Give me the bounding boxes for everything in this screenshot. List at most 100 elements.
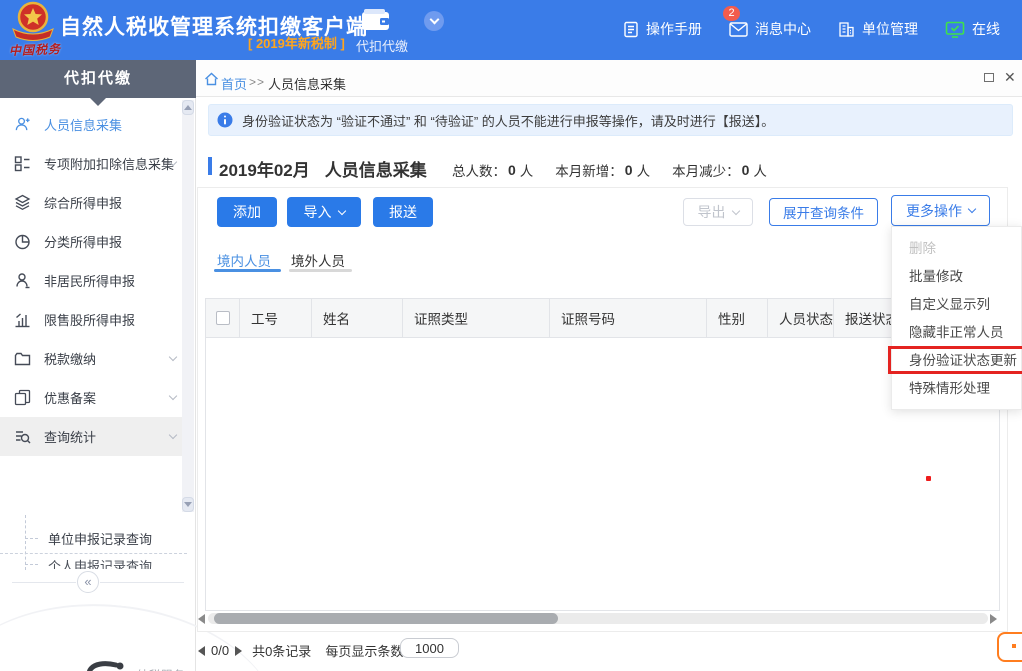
column-header-gender[interactable]: 性别: [707, 299, 768, 337]
sidebar-item-label: 查询统计: [44, 427, 96, 446]
stat-added: 本月新增：0人: [555, 160, 650, 180]
notice-text: 身份验证状态为 “验证不通过” 和 “待验证” 的人员不能进行申报等操作，请及时…: [242, 111, 774, 130]
sidebar-item-restricted-shares[interactable]: 限售股所得申报: [0, 300, 184, 339]
prev-page-icon[interactable]: [198, 646, 205, 656]
sidebar-item-comprehensive-income[interactable]: 综合所得申报: [0, 183, 184, 222]
column-header-id-type[interactable]: 证照类型: [403, 299, 550, 337]
import-button[interactable]: 导入: [287, 197, 361, 227]
sidebar-item-nonresident-income[interactable]: 非居民所得申报: [0, 261, 184, 300]
more-actions-button[interactable]: 更多操作: [891, 195, 990, 226]
stat-total: 总人数：0人: [452, 160, 533, 180]
nav-messages[interactable]: 2 消息中心: [729, 19, 811, 39]
menu-item-identity-verify-update[interactable]: 身份验证状态更新: [892, 347, 1021, 375]
scroll-up-button[interactable]: [182, 100, 194, 115]
more-actions-dropdown: 删除 批量修改 自定义显示列 隐藏非正常人员 身份验证状态更新 特殊情形处理: [891, 226, 1022, 410]
page-title: 2019年02月人员信息采集: [219, 156, 427, 181]
nav-online-status[interactable]: 在线: [945, 19, 1000, 39]
top-header-bar: 中国税务 自然人税收管理系统扣缴客户端 [ 2019年新税制 ] 代扣代缴 操作…: [0, 0, 1022, 60]
sidebar-item-label: 人员信息采集: [44, 115, 122, 134]
table-header-row: 工号 姓名 证照类型 证照号码 性别 人员状态 报送状态: [205, 298, 1000, 338]
sidebar-subitem-personal-declaration-query-clipped[interactable]: 个人申报记录查询: [48, 556, 178, 569]
chevron-down-icon: [169, 392, 177, 400]
nav-unit-label: 单位管理: [862, 19, 918, 39]
orange-dot: [1012, 644, 1016, 648]
layers-icon: [14, 194, 31, 211]
feedback-float-button-partial[interactable]: [997, 632, 1022, 662]
select-all-checkbox[interactable]: [216, 311, 230, 325]
folder-icon: [14, 350, 31, 367]
menu-item-delete[interactable]: 删除: [892, 235, 1021, 263]
expand-query-button[interactable]: 展开查询条件: [769, 198, 878, 226]
inactive-tab-indicator: [289, 269, 352, 272]
person-icon: [14, 272, 31, 289]
form-grid-icon: [14, 155, 31, 172]
nav-unit-management[interactable]: 单位管理: [838, 19, 918, 39]
wallet-icon: [360, 7, 392, 38]
dashed-separator: [0, 553, 187, 554]
sidebar-menu: 人员信息采集 专项附加扣除信息采集 综合所得申报 分类: [0, 105, 184, 456]
tab-domestic-personnel[interactable]: 境内人员: [217, 250, 271, 270]
sidebar-item-label: 税款缴纳: [44, 349, 96, 368]
bar-chart-icon: [14, 311, 31, 328]
menu-item-batch-modify[interactable]: 批量修改: [892, 263, 1021, 291]
menu-item-custom-columns[interactable]: 自定义显示列: [892, 291, 1021, 319]
module-switch-button[interactable]: [424, 11, 444, 31]
sidebar-item-classified-income[interactable]: 分类所得申报: [0, 222, 184, 261]
stats-row: 总人数：0人 本月新增：0人 本月减少：0人: [452, 160, 767, 180]
stat-removed: 本月减少：0人: [672, 160, 767, 180]
chevron-down-icon: [169, 431, 177, 439]
sidebar-item-special-deduction[interactable]: 专项附加扣除信息采集: [0, 144, 184, 183]
sidebar-item-label: 限售股所得申报: [44, 310, 135, 329]
nav-manual[interactable]: 操作手册: [623, 19, 702, 39]
sidebar-item-label: 专项附加扣除信息采集: [44, 154, 174, 173]
hscroll-left-arrow[interactable]: [198, 614, 205, 624]
hscroll-thumb[interactable]: [214, 613, 558, 624]
sidebar-item-preferential-filing[interactable]: 优惠备案: [0, 378, 184, 417]
add-button[interactable]: 添加: [217, 197, 277, 227]
sidebar-item-label: 优惠备案: [44, 388, 96, 407]
divider: [12, 582, 76, 583]
column-header-personnel-status[interactable]: 人员状态: [768, 299, 834, 337]
hscroll-right-arrow[interactable]: [990, 614, 997, 624]
current-module-label: 代扣代缴: [350, 36, 414, 55]
tree-guide-line: [25, 564, 38, 565]
menu-item-hide-abnormal[interactable]: 隐藏非正常人员: [892, 319, 1021, 347]
select-all-cell: [206, 299, 240, 337]
column-header-employee-id[interactable]: 工号: [240, 299, 312, 337]
maximize-icon[interactable]: [984, 73, 994, 82]
sidebar-item-label: 分类所得申报: [44, 232, 122, 251]
close-icon[interactable]: ✕: [1004, 69, 1016, 86]
sidebar-item-tax-payment[interactable]: 税款缴纳: [0, 339, 184, 378]
building-icon: [838, 21, 855, 38]
page-indicator: 0/0: [211, 643, 229, 658]
tree-guide-line: [25, 515, 26, 570]
record-count: 共0条记录: [252, 641, 311, 660]
column-header-id-number[interactable]: 证照号码: [550, 299, 707, 337]
export-button-disabled[interactable]: 导出: [683, 198, 753, 226]
sidebar-scrollbar[interactable]: [182, 100, 194, 512]
document-icon: [623, 21, 639, 38]
submit-button[interactable]: 报送: [373, 197, 433, 227]
message-count-badge: 2: [723, 6, 740, 21]
sidebar-item-personnel-info[interactable]: 人员信息采集: [0, 105, 184, 144]
triangle-up-icon: [184, 105, 192, 110]
chevron-down-icon: [429, 15, 439, 25]
sidebar-item-query-statistics[interactable]: 查询统计: [0, 417, 184, 456]
sidebar-subitem-unit-declaration-query[interactable]: 单位申报记录查询: [48, 529, 152, 548]
column-header-name[interactable]: 姓名: [312, 299, 403, 337]
per-page-input[interactable]: [400, 638, 459, 658]
sidebar-collapse-button[interactable]: «: [77, 571, 99, 593]
online-monitor-icon: [945, 21, 965, 38]
copy-icon: [14, 389, 31, 406]
scroll-down-button[interactable]: [182, 497, 194, 512]
home-icon[interactable]: [204, 72, 219, 86]
chevron-down-icon: [337, 206, 345, 214]
breadcrumb-home-link[interactable]: 首页: [221, 74, 247, 93]
chevron-down-icon: [968, 205, 976, 213]
next-page-icon[interactable]: [235, 646, 242, 656]
envelope-icon: [729, 22, 748, 37]
chevron-down-icon: [731, 206, 739, 214]
person-plus-icon: [14, 116, 31, 133]
menu-item-special-cases[interactable]: 特殊情形处理: [892, 375, 1021, 403]
tab-foreign-personnel[interactable]: 境外人员: [291, 250, 345, 270]
